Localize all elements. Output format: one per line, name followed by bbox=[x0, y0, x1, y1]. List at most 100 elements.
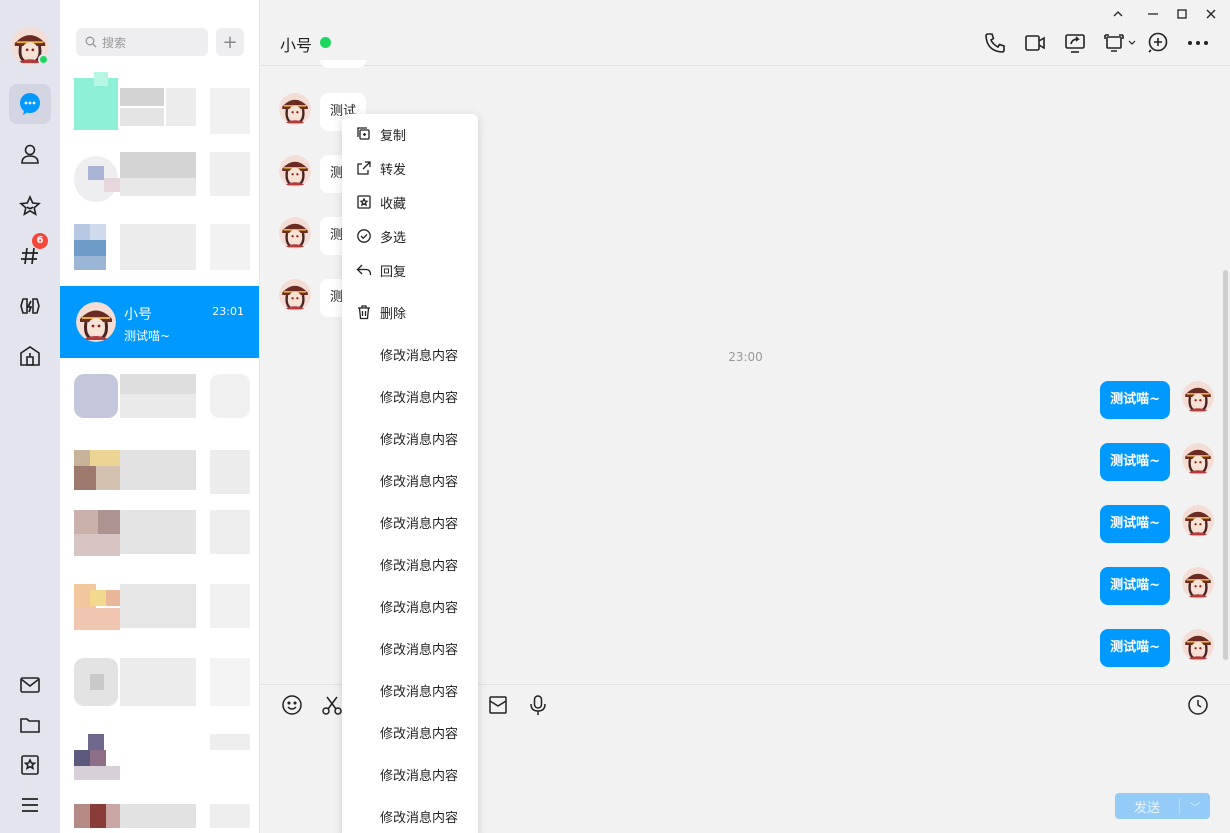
online-status-dot bbox=[320, 37, 331, 48]
more-button[interactable] bbox=[1186, 31, 1210, 55]
send-options-arrow[interactable]: ﹀ bbox=[1180, 799, 1210, 814]
menu-item-edit-message[interactable]: 修改消息内容 bbox=[342, 715, 478, 749]
delete-icon bbox=[356, 304, 372, 320]
store-icon bbox=[20, 346, 40, 366]
menu-item-edit-message[interactable]: 修改消息内容 bbox=[342, 589, 478, 623]
list-item[interactable] bbox=[74, 148, 254, 210]
rail-store-button[interactable] bbox=[9, 336, 51, 376]
add-circle-icon bbox=[1148, 32, 1168, 53]
menu-item-edit-message[interactable]: 修改消息内容 bbox=[342, 463, 478, 497]
avatar-image bbox=[279, 155, 311, 187]
self-avatar[interactable] bbox=[1182, 629, 1214, 661]
menu-item-collect[interactable]: 收藏 bbox=[342, 185, 478, 219]
list-item[interactable] bbox=[74, 224, 254, 286]
list-item[interactable] bbox=[74, 442, 254, 504]
more-icon bbox=[1188, 41, 1208, 45]
message-bubble[interactable]: 测试喵~ bbox=[1100, 443, 1170, 481]
close-button[interactable] bbox=[1203, 6, 1219, 22]
close-icon bbox=[1206, 9, 1216, 19]
menu-item-edit-message[interactable]: 修改消息内容 bbox=[342, 631, 478, 665]
menu-item-edit-message[interactable]: 修改消息内容 bbox=[342, 547, 478, 581]
sender-avatar[interactable] bbox=[279, 93, 311, 125]
menu-item-edit-message[interactable]: 修改消息内容 bbox=[342, 673, 478, 707]
avatar-image bbox=[279, 93, 311, 125]
menu-item-edit-message[interactable]: 修改消息内容 bbox=[342, 337, 478, 371]
rail-channel-button[interactable]: 6 bbox=[9, 233, 51, 276]
menu-item-delete[interactable]: 删除 bbox=[342, 295, 478, 329]
rail-game-button[interactable] bbox=[9, 286, 51, 326]
menu-item-forward[interactable]: 转发 bbox=[342, 151, 478, 185]
menu-item-edit-message[interactable]: 修改消息内容 bbox=[342, 379, 478, 413]
self-avatar[interactable] bbox=[1182, 381, 1214, 413]
list-item[interactable] bbox=[74, 734, 254, 796]
collapse-button[interactable] bbox=[1110, 6, 1126, 22]
menu-item-label: 修改消息内容 bbox=[380, 390, 459, 406]
menu-item-copy[interactable]: 复制 bbox=[342, 117, 478, 151]
voice-call-button[interactable] bbox=[983, 31, 1007, 55]
screenshot-button[interactable] bbox=[321, 694, 343, 716]
avatar-image bbox=[279, 279, 311, 311]
message-outgoing[interactable]: 测试喵~ bbox=[1094, 381, 1214, 419]
send-button[interactable]: 发送 ﹀ bbox=[1115, 793, 1210, 819]
menu-item-label: 复制 bbox=[380, 128, 407, 144]
message-bubble[interactable]: 测试喵~ bbox=[1100, 567, 1170, 605]
scissors-icon bbox=[322, 696, 342, 715]
voice-button[interactable] bbox=[527, 694, 549, 716]
screen-share-button[interactable] bbox=[1063, 31, 1087, 55]
avatar-image bbox=[1182, 443, 1214, 475]
phone-icon bbox=[985, 33, 1005, 53]
rail-bookmark-button[interactable] bbox=[9, 745, 51, 785]
avatar-image bbox=[279, 217, 311, 249]
list-item[interactable] bbox=[74, 508, 254, 570]
menu-item-multi-select[interactable]: 多选 bbox=[342, 219, 478, 253]
history-button[interactable] bbox=[1187, 694, 1209, 716]
red-packet-button[interactable] bbox=[487, 694, 509, 716]
search-icon bbox=[85, 36, 97, 48]
nav-rail: 6 bbox=[0, 0, 60, 833]
message-outgoing[interactable]: 测试喵~ bbox=[1094, 443, 1214, 481]
forward-icon bbox=[356, 160, 372, 176]
list-item[interactable] bbox=[74, 372, 254, 434]
message-outgoing[interactable]: 测试喵~ bbox=[1094, 567, 1214, 605]
rail-contacts-button[interactable] bbox=[9, 134, 51, 174]
avatar-image bbox=[1182, 629, 1214, 661]
conversation-item-active[interactable]: 小号 23:01 测试喵~ bbox=[60, 286, 259, 358]
menu-item-reply[interactable]: 回复 bbox=[342, 253, 478, 287]
list-item[interactable] bbox=[74, 582, 254, 644]
rail-favorites-button[interactable] bbox=[9, 186, 51, 226]
add-button[interactable]: + bbox=[216, 28, 244, 56]
folder-icon bbox=[20, 718, 40, 733]
rail-folder-button[interactable] bbox=[9, 705, 51, 745]
emoji-button[interactable] bbox=[281, 694, 303, 716]
sender-avatar[interactable] bbox=[279, 279, 311, 311]
self-avatar[interactable] bbox=[1182, 443, 1214, 475]
menu-item-edit-message[interactable]: 修改消息内容 bbox=[342, 799, 478, 833]
self-avatar[interactable] bbox=[1182, 567, 1214, 599]
message-bubble[interactable]: 测试喵~ bbox=[1100, 505, 1170, 543]
user-avatar[interactable] bbox=[11, 27, 49, 65]
search-box[interactable]: 搜索 bbox=[76, 28, 208, 56]
remote-assist-button[interactable] bbox=[1103, 31, 1137, 55]
message-outgoing[interactable]: 测试喵~ bbox=[1094, 505, 1214, 543]
self-avatar[interactable] bbox=[1182, 505, 1214, 537]
rail-chat-button[interactable] bbox=[9, 84, 51, 124]
minimize-button[interactable] bbox=[1145, 6, 1161, 22]
emoji-icon bbox=[282, 695, 302, 715]
video-call-button[interactable] bbox=[1023, 31, 1047, 55]
message-bubble[interactable]: 测试喵~ bbox=[1100, 629, 1170, 667]
message-outgoing[interactable]: 测试喵~ bbox=[1094, 629, 1214, 667]
menu-item-edit-message[interactable]: 修改消息内容 bbox=[342, 505, 478, 539]
list-item[interactable] bbox=[74, 796, 254, 833]
list-item[interactable] bbox=[74, 72, 254, 134]
sender-avatar[interactable] bbox=[279, 155, 311, 187]
maximize-button[interactable] bbox=[1174, 6, 1190, 22]
sender-avatar[interactable] bbox=[279, 217, 311, 249]
rail-mail-button[interactable] bbox=[9, 665, 51, 705]
message-scrollbar[interactable] bbox=[1223, 270, 1228, 660]
list-item[interactable] bbox=[74, 658, 254, 720]
menu-item-edit-message[interactable]: 修改消息内容 bbox=[342, 421, 478, 455]
message-bubble[interactable]: 测试喵~ bbox=[1100, 381, 1170, 419]
rail-menu-button[interactable] bbox=[9, 785, 51, 825]
menu-item-edit-message[interactable]: 修改消息内容 bbox=[342, 757, 478, 791]
add-member-button[interactable] bbox=[1146, 31, 1170, 55]
